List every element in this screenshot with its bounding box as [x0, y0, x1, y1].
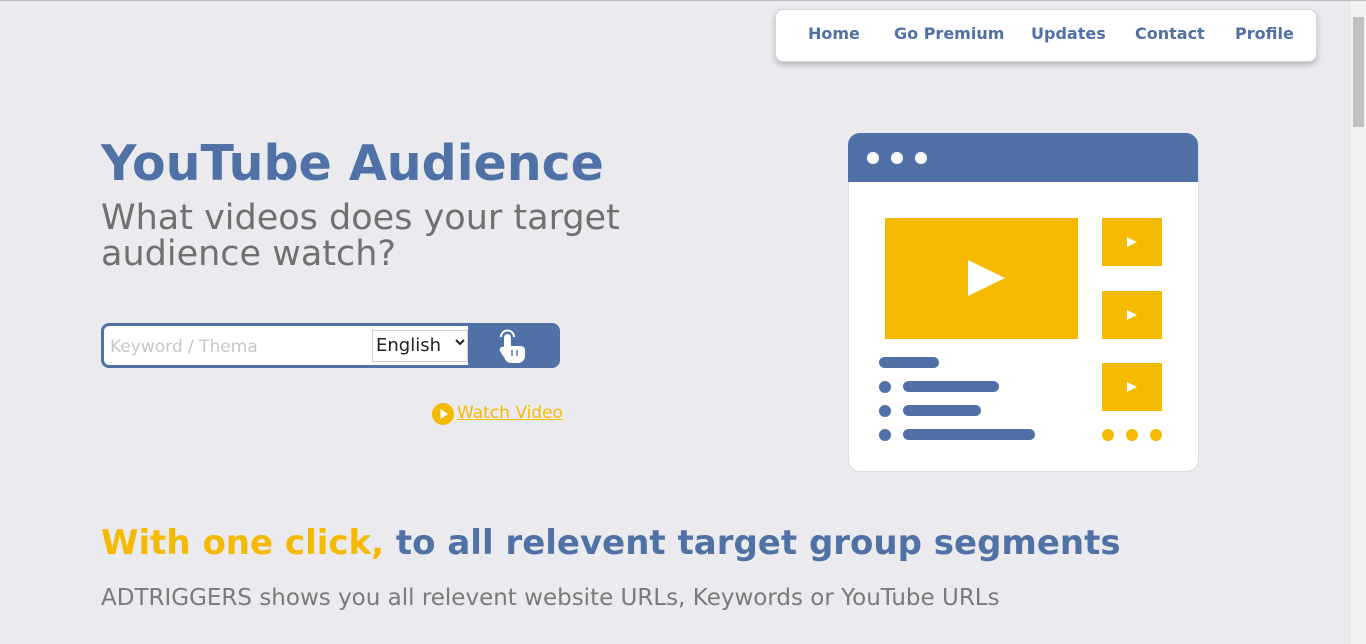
window-dot-icon: [891, 152, 903, 164]
window-dot-icon: [915, 152, 927, 164]
section-heading: With one click, to all relevent target g…: [101, 522, 1121, 564]
bullet-icon: [879, 381, 891, 393]
play-circle-icon: [432, 403, 454, 425]
nav-profile[interactable]: Profile: [1235, 24, 1294, 43]
nav-updates[interactable]: Updates: [1031, 24, 1106, 43]
search-bar: English: [101, 323, 560, 368]
window-dot-icon: [867, 152, 879, 164]
search-button[interactable]: [468, 326, 557, 365]
watch-video-label: Watch Video: [457, 403, 563, 423]
video-browser-illustration: [848, 133, 1199, 472]
language-select[interactable]: English: [376, 335, 441, 356]
page-subtitle: What videos does your target audience wa…: [101, 198, 620, 274]
bullet-icon: [879, 429, 891, 441]
nav-go-premium[interactable]: Go Premium: [894, 24, 1004, 43]
pointer-hand-icon: [499, 329, 525, 363]
scrollbar-thumb[interactable]: [1353, 17, 1364, 127]
text-line-shape: [903, 429, 1035, 440]
nav-contact[interactable]: Contact: [1135, 24, 1205, 43]
bullet-icon: [879, 405, 891, 417]
nav-home[interactable]: Home: [808, 24, 860, 43]
page-scrollbar[interactable]: [1349, 1, 1366, 644]
keyword-input[interactable]: [108, 332, 362, 362]
top-nav: Home Go Premium Updates Contact Profile: [775, 9, 1317, 62]
text-line-shape: [903, 405, 981, 416]
chevron-down-icon: [455, 339, 465, 346]
section-description: ADTRIGGERS shows you all relevent websit…: [101, 585, 1000, 611]
pagination-dot-icon: [1150, 429, 1162, 441]
language-select-box: [372, 330, 468, 362]
page-title: YouTube Audience: [101, 135, 604, 192]
pagination-dot-icon: [1126, 429, 1138, 441]
section-heading-accent: With one click,: [101, 523, 385, 563]
text-line-shape: [903, 381, 999, 392]
text-line-shape: [879, 357, 939, 368]
pagination-dot-icon: [1102, 429, 1114, 441]
section-heading-main: to all relevent target group segments: [384, 523, 1121, 563]
